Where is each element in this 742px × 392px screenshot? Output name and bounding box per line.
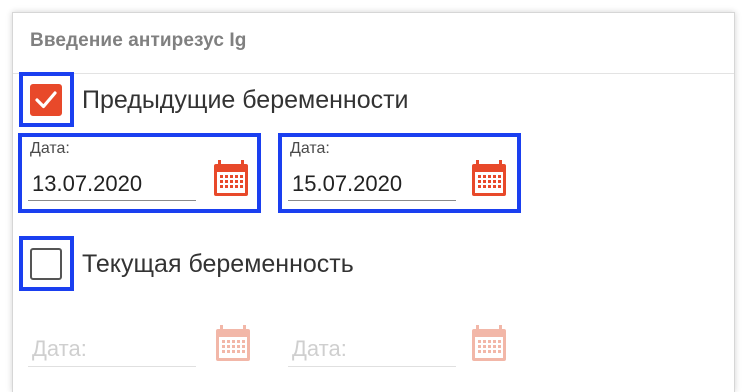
calendar-icon[interactable] — [471, 159, 507, 197]
date-field-underline — [28, 200, 196, 201]
date-field-underline — [288, 200, 456, 201]
calendar-icon — [216, 325, 250, 361]
current-date-from-field: Дата: — [22, 318, 257, 373]
date-field-placeholder: Дата: — [32, 336, 87, 361]
date-field-label: Дата: — [30, 140, 70, 157]
date-field-label: Дата: — [290, 140, 330, 157]
date-field-value: 13.07.2020 — [32, 171, 143, 196]
section-title: Введение антирезус Ig — [30, 30, 247, 51]
calendar-icon — [472, 325, 506, 361]
date-field-value: 15.07.2020 — [292, 171, 403, 196]
current-date-to-field: Дата: — [282, 318, 517, 373]
date-field-underline — [288, 366, 456, 367]
calendar-icon[interactable] — [213, 159, 249, 197]
previous-date-to-field[interactable]: Дата: 15.07.2020 — [282, 137, 517, 209]
current-pregnancy-label: Текущая беременность — [82, 250, 354, 278]
date-field-underline — [28, 366, 196, 367]
previous-pregnancies-label: Предыдущие беременности — [82, 86, 409, 114]
previous-date-from-field[interactable]: Дата: 13.07.2020 — [22, 137, 257, 209]
previous-pregnancies-checkbox[interactable] — [30, 84, 62, 116]
current-pregnancy-checkbox[interactable] — [30, 248, 62, 280]
checkmark-icon — [35, 91, 57, 109]
title-divider — [13, 73, 734, 74]
date-field-placeholder: Дата: — [292, 336, 347, 361]
